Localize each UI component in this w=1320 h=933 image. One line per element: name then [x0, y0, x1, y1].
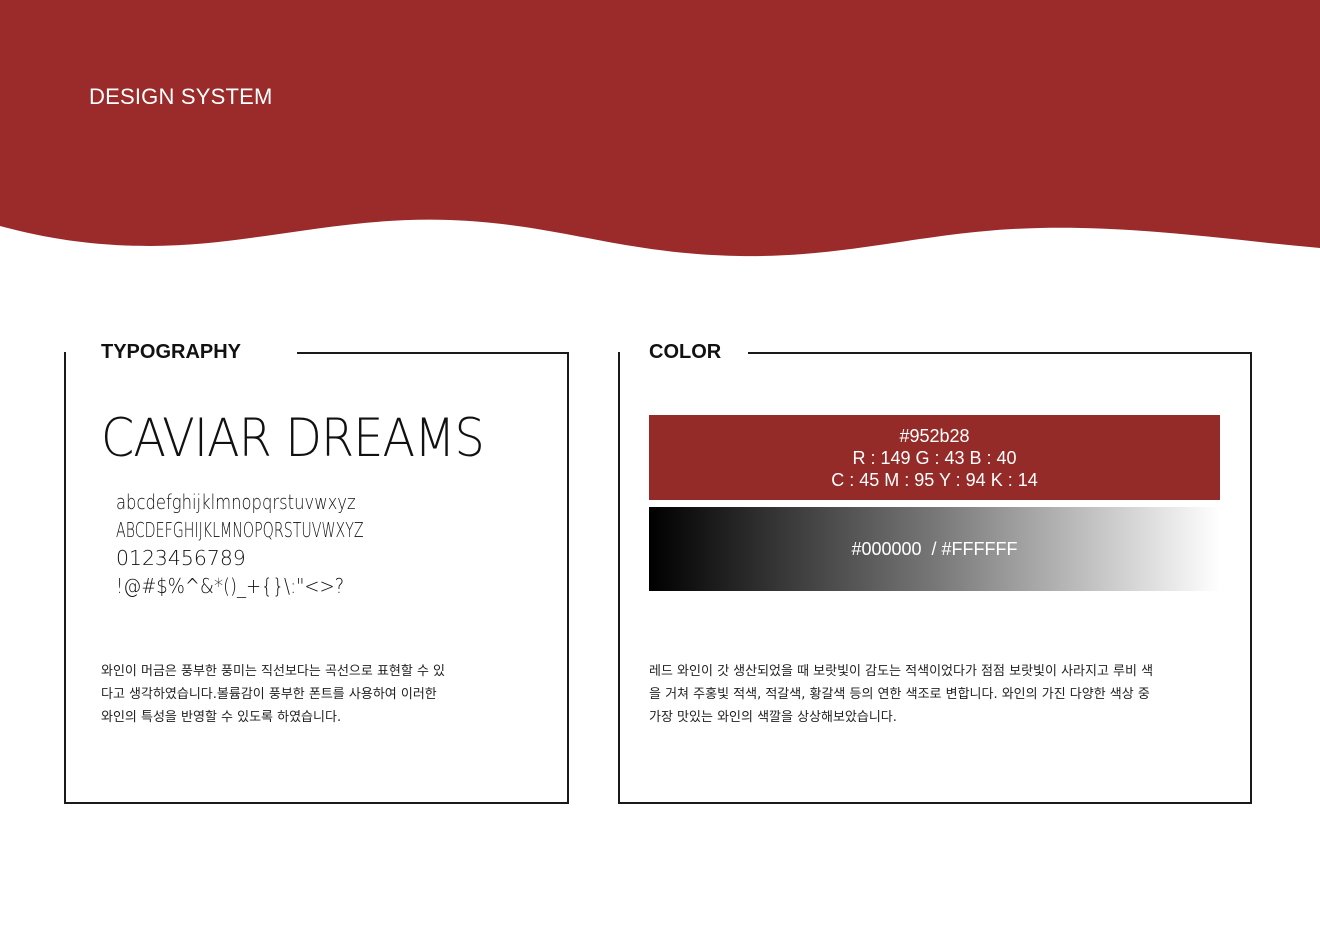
swatch-hex: #952b28: [899, 425, 970, 446]
color-description-line: 레드 와인이 갓 생산되었을 때 보랏빛이 감도는 적색이었다가 점점 보랏빛이…: [649, 664, 1154, 679]
font-specimen: abcdefghijklmnopqrstuvwxyz ABCDEFGHIJKLM…: [116, 488, 465, 600]
typography-description-line: 와인의 특성을 반영할 수 있도록 하였습니다.: [101, 710, 342, 725]
header-banner: [0, 0, 1320, 257]
typography-heading: TYPOGRAPHY: [101, 341, 242, 363]
specimen-uppercase: ABCDEFGHIJKLMNOPQRSTUVWXYZ: [116, 518, 364, 542]
color-description-line: 가장 맛있는 와인의 색깔을 상상해보았습니다.: [649, 710, 897, 725]
color-description-line: 을 거쳐 주홍빛 적색, 적갈색, 황갈색 등의 연한 색조로 변합니다. 와인…: [649, 687, 1150, 702]
gradient-label: #000000 / #FFFFFF: [851, 539, 1018, 559]
color-panel-top-rule: [748, 352, 1252, 354]
page-title: DESIGN SYSTEM: [89, 84, 273, 109]
color-heading: COLOR: [649, 341, 722, 363]
typography-description-line: 다고 생각하였습니다.볼륨감이 풍부한 폰트를 사용하여 이러한: [101, 687, 437, 702]
typography-panel-top-rule: [297, 352, 569, 354]
typography-description: 와인이 머금은 풍부한 풍미는 직선보다는 곡선으로 표현할 수 있 다고 생각…: [101, 660, 521, 729]
black-white-gradient-swatch: #000000 / #FFFFFF: [649, 507, 1220, 591]
specimen-lowercase: abcdefghijklmnopqrstuvwxyz: [116, 490, 356, 514]
color-description: 레드 와인이 갓 생산되었을 때 보랏빛이 감도는 적색이었다가 점점 보랏빛이…: [649, 660, 1229, 729]
font-name: CAVIAR DREAMS: [101, 408, 485, 469]
typography-description-line: 와인이 머금은 풍부한 풍미는 직선보다는 곡선으로 표현할 수 있: [101, 664, 446, 679]
primary-color-swatch: #952b28 R : 149 G : 43 B : 40 C : 45 M :…: [649, 415, 1220, 500]
swatch-rgb: R : 149 G : 43 B : 40: [852, 447, 1017, 468]
specimen-symbols: !@#$%^&*()_+{}\:"<>?: [116, 574, 345, 598]
header-wave-shape: [0, 0, 1320, 257]
specimen-digits: 0123456789: [116, 546, 246, 570]
swatch-cmyk: C : 45 M : 95 Y : 94 K : 14: [831, 469, 1038, 490]
